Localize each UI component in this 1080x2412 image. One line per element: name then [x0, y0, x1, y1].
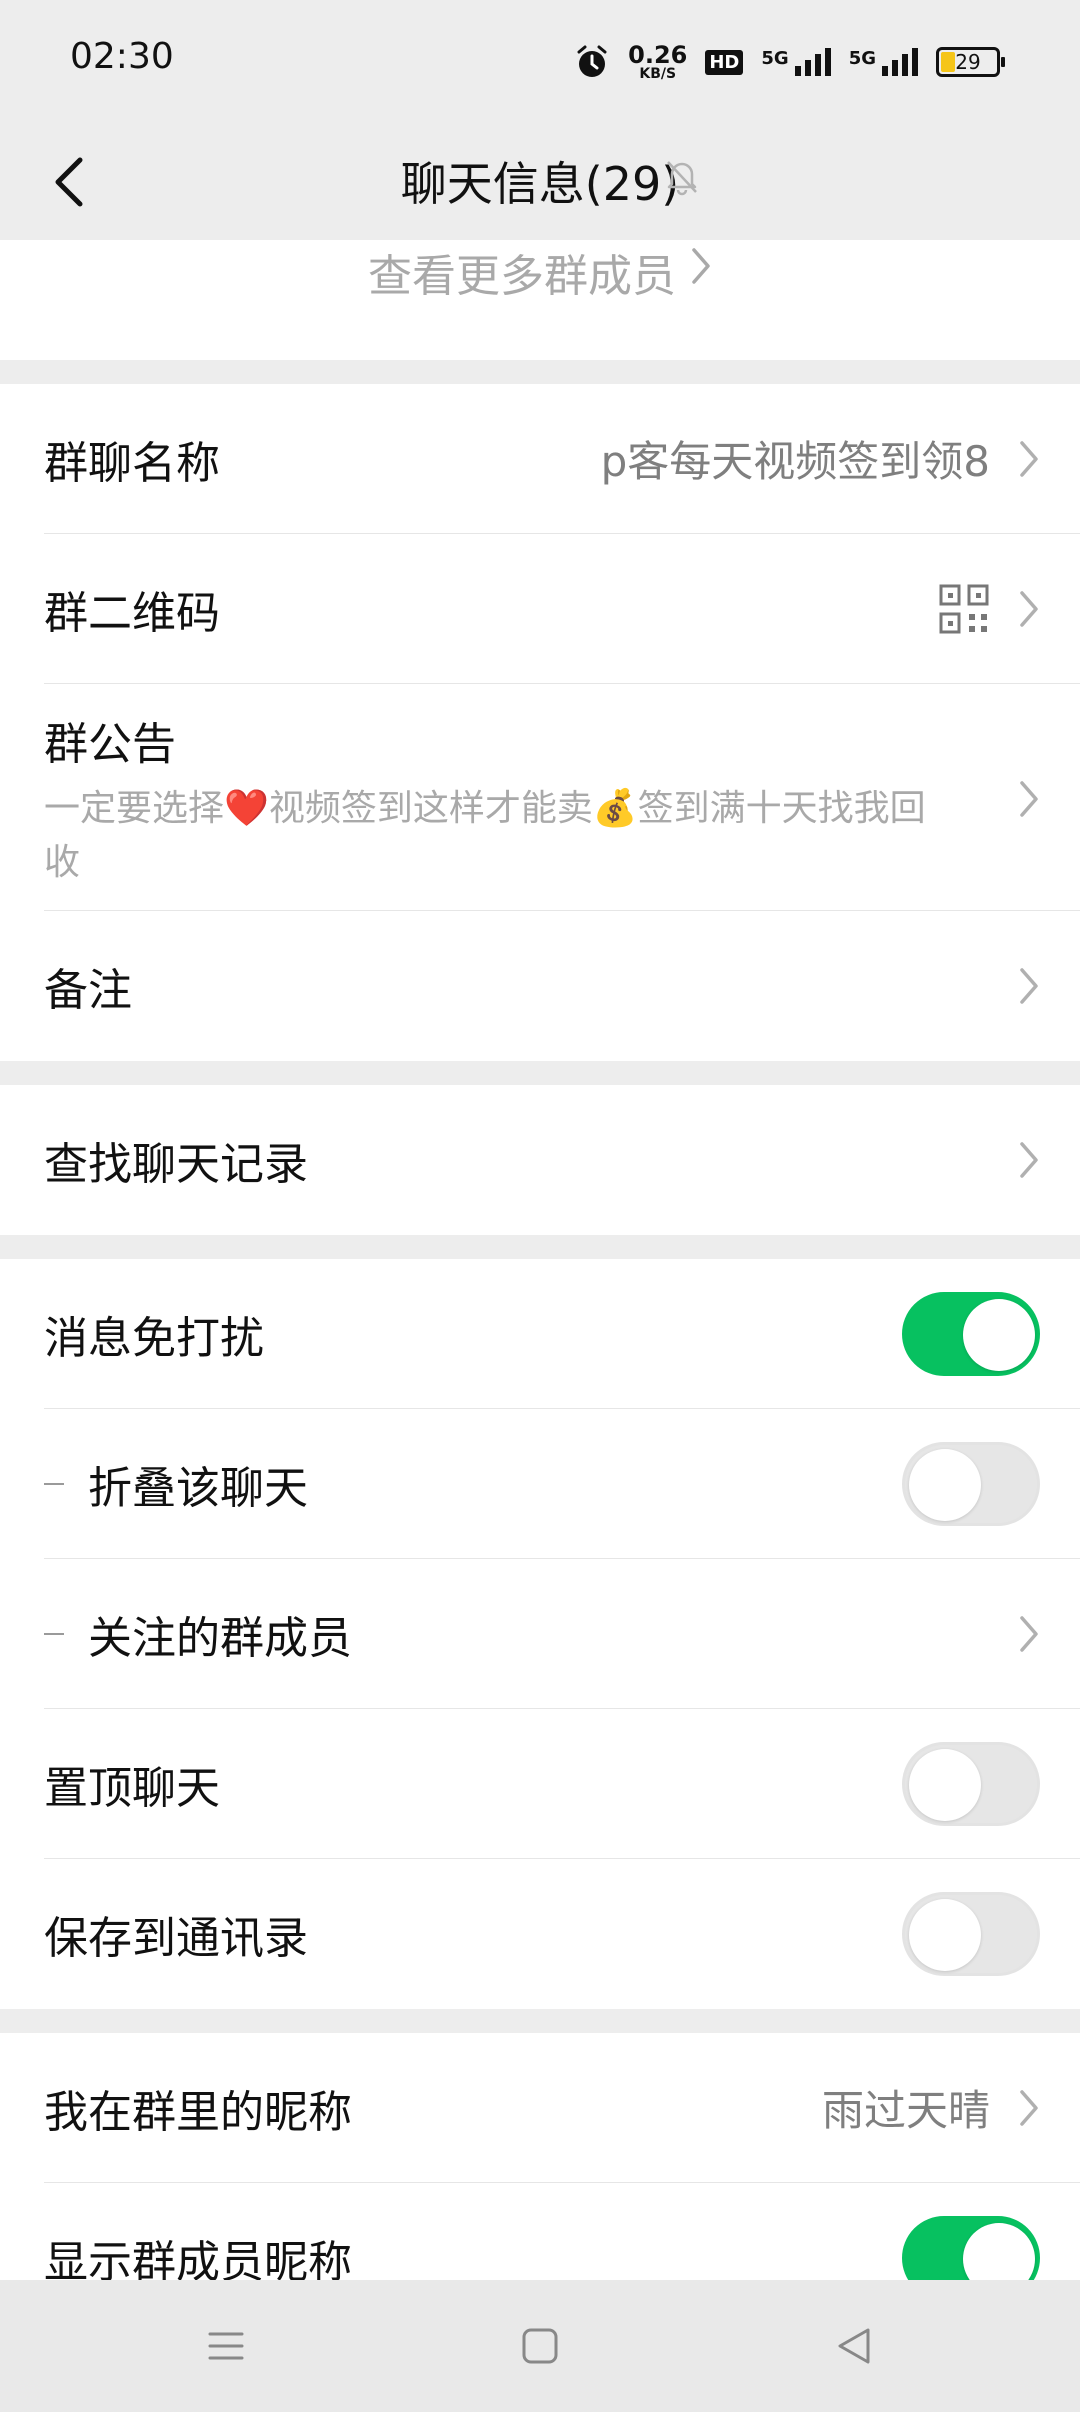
- sub-item-dash: [44, 1482, 64, 1485]
- save-contacts-label: 保存到通讯录: [44, 1913, 308, 1964]
- my-nickname-row[interactable]: 我在群里的昵称 雨过天晴: [44, 2033, 1080, 2183]
- group-notice-row[interactable]: 群公告 一定要选择❤️视频签到这样才能卖💰签到满十天找我回收: [44, 684, 1080, 911]
- my-nickname-value: 雨过天晴: [821, 2086, 990, 2135]
- more-members-label: 查看更多群成员: [368, 251, 676, 302]
- sub-item-dash: [44, 1632, 64, 1635]
- mute-toggle[interactable]: [902, 1291, 1040, 1376]
- chevron-right-icon: [1020, 590, 1038, 627]
- group-qrcode-label: 群二维码: [44, 587, 220, 639]
- settings-list: 查看更多群成员 群聊名称 p客每天视频签到领8 群二维码 群公告 一定要选择❤️…: [0, 240, 1080, 2280]
- toggles-section: 消息免打扰 折叠该聊天 关注的群成员 置顶聊天 保存到通讯录: [0, 1259, 1080, 2009]
- nav-bar: 聊天信息(29): [0, 124, 1080, 240]
- chevron-right-icon: [1020, 781, 1038, 817]
- followed-members-label: 关注的群成员: [88, 1612, 352, 1664]
- signal-5g-label: 5G: [848, 48, 876, 69]
- my-nickname-label: 我在群里的昵称: [44, 2086, 352, 2138]
- status-time: 02:30: [70, 36, 174, 77]
- group-notice-text: 一定要选择❤️视频签到这样才能卖💰签到满十天找我回收: [44, 788, 926, 883]
- fold-chat-toggle[interactable]: [902, 1441, 1040, 1526]
- group-notice-label: 群公告: [44, 719, 176, 770]
- signal-5g-2: 5G: [849, 48, 918, 76]
- home-icon[interactable]: [518, 2324, 562, 2368]
- save-contacts-toggle[interactable]: [902, 1892, 1040, 1976]
- bell-off-icon: [667, 161, 697, 196]
- fold-chat-row: 折叠该聊天: [44, 1409, 1080, 1559]
- pin-chat-label: 置顶聊天: [44, 1762, 220, 1814]
- battery-icon: 29: [936, 47, 1005, 77]
- search-section: 查找聊天记录: [0, 1085, 1080, 1235]
- nickname-section: 我在群里的昵称 雨过天晴 显示群成员昵称: [0, 2033, 1080, 2280]
- speed-value: 0.26: [628, 41, 688, 69]
- qrcode-icon: [939, 584, 989, 633]
- group-name-label: 群聊名称: [44, 437, 220, 489]
- network-speed: 0.26 KB/S: [628, 43, 687, 81]
- group-name-value: p客每天视频签到领8: [600, 437, 990, 486]
- chevron-right-icon: [1020, 2089, 1038, 2126]
- save-contacts-row: 保存到通讯录: [44, 1859, 1080, 2009]
- chevron-right-icon: [1020, 1142, 1038, 1178]
- members-section: 查看更多群成员: [0, 240, 1080, 360]
- search-history-label: 查找聊天记录: [44, 1139, 308, 1190]
- remark-label: 备注: [44, 965, 132, 1016]
- mute-label: 消息免打扰: [44, 1312, 264, 1364]
- status-icons: 0.26 KB/S HD 5G 5G 29: [574, 38, 1005, 86]
- signal-5g-1: 5G: [761, 48, 831, 76]
- speed-unit: KB/S: [639, 66, 677, 82]
- group-qrcode-row[interactable]: 群二维码: [44, 534, 1080, 684]
- group-name-row[interactable]: 群聊名称 p客每天视频签到领8: [44, 384, 1080, 534]
- remark-row[interactable]: 备注: [44, 911, 1080, 1061]
- hd-voice-badge: HD: [705, 49, 744, 75]
- chevron-right-icon: [1020, 440, 1038, 477]
- show-nickname-toggle[interactable]: [902, 2216, 1040, 2280]
- chevron-right-icon: [1020, 1615, 1038, 1652]
- show-nickname-row: 显示群成员昵称: [44, 2183, 1080, 2280]
- page-title: 聊天信息(29): [400, 157, 680, 211]
- search-history-row[interactable]: 查找聊天记录: [44, 1085, 1080, 1235]
- status-bar: 02:30 0.26 KB/S HD 5G 5G 29: [0, 0, 1080, 124]
- mute-row: 消息免打扰: [44, 1259, 1080, 1409]
- followed-members-row[interactable]: 关注的群成员: [44, 1559, 1080, 1709]
- show-nickname-label: 显示群成员昵称: [44, 2237, 352, 2280]
- group-info-section: 群聊名称 p客每天视频签到领8 群二维码 群公告 一定要选择❤️视频签到这样才能…: [0, 384, 1080, 1061]
- system-nav-bar: [0, 2280, 1080, 2412]
- more-members-link[interactable]: 查看更多群成员: [0, 240, 1080, 360]
- group-notice-content: 群公告 一定要选择❤️视频签到这样才能卖💰签到满十天找我回收: [44, 708, 1018, 890]
- chevron-right-icon: [692, 248, 710, 284]
- battery-level: 29: [955, 50, 981, 74]
- alarm-icon: [577, 45, 607, 77]
- pin-chat-row: 置顶聊天: [44, 1709, 1080, 1859]
- signal-5g-label: 5G: [761, 48, 789, 69]
- pin-chat-toggle[interactable]: [902, 1741, 1040, 1826]
- back-triangle-icon[interactable]: [832, 2324, 876, 2368]
- fold-chat-label: 折叠该聊天: [88, 1462, 308, 1514]
- chevron-right-icon: [1020, 968, 1038, 1004]
- menu-icon[interactable]: [204, 2324, 248, 2368]
